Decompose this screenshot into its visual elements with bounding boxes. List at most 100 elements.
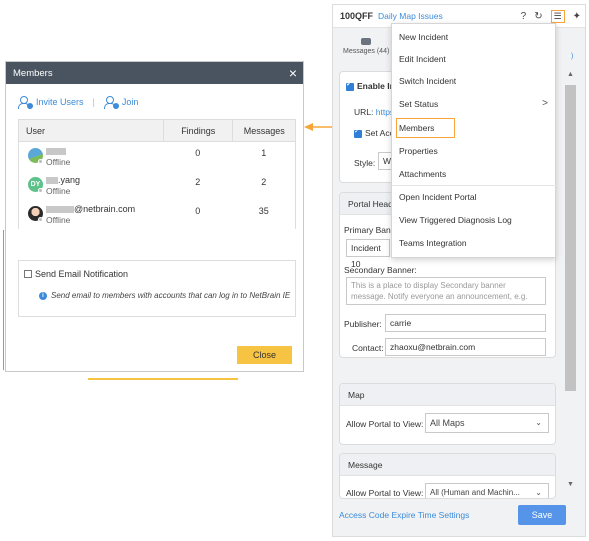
window-edge (3, 230, 4, 370)
menu-item-set-status[interactable]: Set Status > (392, 93, 557, 115)
email-info: i Send email to members with accounts th… (39, 291, 290, 300)
scroll-down-icon[interactable]: ▼ (567, 481, 574, 488)
message-view-select[interactable]: All (Human and Machin... ⌄ (425, 483, 549, 498)
member-actions: Invite Users | Join (18, 96, 139, 109)
message-card: Message Allow Portal to View: All (Human… (339, 453, 556, 499)
offline-dot (38, 188, 43, 193)
menu-item-teams-integration[interactable]: Teams Integration (392, 232, 557, 254)
invite-users-link[interactable]: Invite Users (36, 97, 84, 107)
checkbox-icon[interactable] (24, 270, 32, 278)
separator: | (92, 97, 95, 107)
incident-id: 100QFF (340, 11, 374, 21)
publisher-field[interactable]: carrie (385, 314, 546, 332)
incident-menu: New Incident Edit Incident Switch Incide… (391, 23, 557, 258)
help-icon[interactable]: ? (521, 11, 527, 22)
scroll-thumb[interactable] (565, 85, 576, 391)
pin-icon[interactable]: ✦ (573, 11, 581, 22)
send-email-checkbox[interactable]: Send Email Notification (24, 269, 128, 279)
email-notification-box: Send Email Notification i Send email to … (18, 260, 296, 317)
map-allow-label: Allow Portal to View: (346, 419, 424, 429)
tab-messages[interactable]: Messages (44) (343, 38, 389, 55)
checkbox-checked-icon[interactable] (354, 127, 362, 138)
menu-icon[interactable]: ☰ (550, 10, 565, 23)
menu-item-view-diagnosis-log[interactable]: View Triggered Diagnosis Log (392, 209, 557, 231)
set-access-checkbox[interactable]: Set Acc (354, 127, 394, 138)
tab-messages-label: Messages (44) (343, 48, 390, 55)
contact-label: Contact: (352, 343, 384, 353)
offline-dot (38, 159, 43, 164)
menu-item-switch-incident[interactable]: Switch Incident (392, 70, 557, 92)
column-messages[interactable]: Messages (232, 120, 295, 141)
members-table: User Findings Messages Offline 0 1 DY .y… (18, 119, 296, 229)
map-card: Map Allow Portal to View: All Maps ⌄ (339, 383, 556, 445)
member-name: @netbrain.com (46, 204, 163, 214)
dialog-header: Members × (6, 62, 303, 84)
member-name (46, 146, 163, 156)
redacted-name (46, 177, 58, 185)
secondary-banner-textarea[interactable]: This is a place to display Secondary ban… (346, 277, 546, 305)
tab-right-fragment[interactable]: ) (571, 53, 573, 60)
close-button[interactable]: Close (237, 346, 292, 364)
send-email-label: Send Email Notification (35, 269, 129, 279)
member-status: Offline (46, 157, 71, 167)
menu-item-edit-incident[interactable]: Edit Incident (392, 48, 557, 70)
dialog-title: Members (13, 67, 53, 79)
primary-banner-field[interactable]: Incident 10 (346, 239, 390, 269)
menu-item-open-incident-portal[interactable]: Open Incident Portal (392, 186, 557, 208)
column-user[interactable]: User (19, 126, 163, 136)
menu-item-new-incident[interactable]: New Incident (392, 26, 557, 48)
menu-item-members[interactable]: Members (392, 117, 557, 139)
add-user-icon (18, 96, 33, 109)
chevron-down-icon: ⌄ (535, 418, 542, 427)
panel-scrollbar[interactable]: ▲ ▼ (565, 71, 576, 491)
map-title: Map (340, 384, 555, 406)
member-status: Offline (46, 215, 71, 225)
table-header: User Findings Messages (19, 120, 295, 142)
table-row[interactable]: Offline 0 1 (19, 142, 295, 171)
set-status-label: Set Status (399, 99, 439, 109)
join-link[interactable]: Join (122, 97, 139, 107)
member-status: Offline (46, 186, 71, 196)
member-messages: 2 (261, 177, 267, 187)
save-button[interactable]: Save (518, 505, 566, 525)
button-underline (88, 378, 238, 380)
member-messages: 35 (258, 206, 269, 216)
menu-item-properties[interactable]: Properties (392, 140, 557, 162)
access-code-settings-link[interactable]: Access Code Expire Time Settings (339, 510, 469, 520)
map-view-select[interactable]: All Maps ⌄ (425, 413, 549, 433)
chevron-right-icon: > (542, 98, 548, 109)
offline-dot (38, 217, 43, 222)
url-label: URL: (354, 107, 374, 117)
redacted-name (46, 206, 74, 214)
table-row[interactable]: DY .yang Offline 2 2 (19, 171, 295, 200)
column-findings[interactable]: Findings (162, 120, 232, 141)
menu-item-attachments[interactable]: Attachments (392, 163, 557, 185)
checkbox-checked-icon[interactable] (346, 80, 354, 91)
member-messages: 1 (261, 148, 267, 158)
incident-name-link[interactable]: Daily Map Issues (378, 11, 443, 21)
publisher-label: Publisher: (344, 319, 382, 329)
secondary-banner-label: Secondary Banner: (344, 265, 417, 275)
member-findings: 0 (195, 148, 201, 158)
member-findings: 2 (195, 177, 201, 187)
email-info-text: Send email to members with accounts that… (51, 291, 291, 300)
table-row[interactable]: @netbrain.com Offline 0 35 (19, 200, 295, 229)
contact-field[interactable]: zhaoxu@netbrain.com (385, 338, 546, 356)
refresh-icon[interactable]: ↻ (534, 11, 542, 22)
close-icon[interactable]: × (289, 66, 297, 80)
message-title: Message (340, 454, 555, 476)
info-icon: i (39, 291, 47, 300)
redacted-name (46, 148, 66, 156)
members-dialog: Members × Invite Users | Join User Findi… (5, 61, 304, 372)
url-row: URL: https (354, 107, 394, 117)
member-name: .yang (46, 175, 163, 185)
message-select-value: All (Human and Machin... (430, 488, 520, 497)
header-icons: ? ↻ ☰ ✦ (521, 10, 581, 23)
message-allow-label: Allow Portal to View: (346, 488, 424, 498)
primary-banner-label: Primary Ban (344, 225, 391, 235)
enable-portal-checkbox[interactable]: Enable In (346, 80, 395, 91)
style-label: Style: (354, 158, 376, 168)
join-user-icon (103, 96, 119, 109)
scroll-up-icon[interactable]: ▲ (567, 71, 574, 78)
message-icon (361, 38, 372, 45)
